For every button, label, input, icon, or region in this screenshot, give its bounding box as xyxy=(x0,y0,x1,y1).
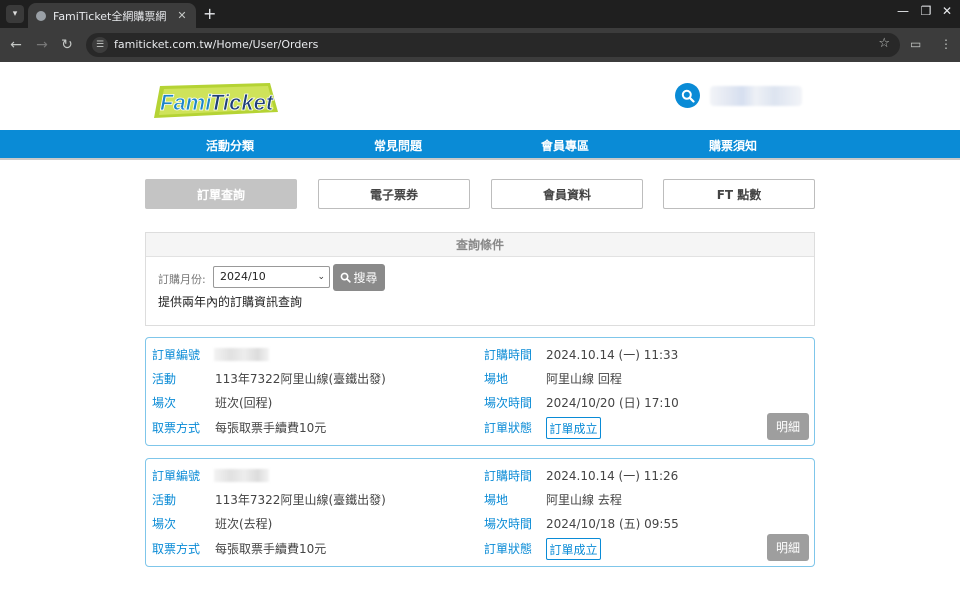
venue-value: 阿里山線 去程 xyxy=(546,493,622,507)
order-no-label: 訂單編號 xyxy=(152,469,201,483)
order-card: 訂單編號 活動 113年7322阿里山線(臺鐵出發) 場次 班次(去程) 取票方… xyxy=(145,458,815,567)
detail-button[interactable]: 明細 xyxy=(767,413,809,440)
month-label: 訂購月份: xyxy=(158,273,206,286)
browser-tab-bar: ▾ FamiTicket全網購票網 ✕ + — ❐ ✕ xyxy=(0,0,960,28)
bookmark-star-icon[interactable]: ☆ xyxy=(878,36,890,51)
close-tab-icon[interactable]: ✕ xyxy=(174,9,190,22)
pickup-value: 每張取票手續費10元 xyxy=(215,421,327,435)
query-note: 提供兩年內的訂購資訊查詢 xyxy=(158,295,303,309)
session-value: 班次(去程) xyxy=(215,517,273,531)
tab-search-icon[interactable]: ▾ xyxy=(6,5,24,23)
venue-label: 場地 xyxy=(484,493,509,507)
status-label: 訂單狀態 xyxy=(484,421,533,435)
magnifier-icon xyxy=(341,272,352,283)
pickup-label: 取票方式 xyxy=(152,421,201,435)
pickup-value: 每張取票手續費10元 xyxy=(215,542,327,556)
pickup-label: 取票方式 xyxy=(152,542,201,556)
new-tab-icon[interactable]: + xyxy=(203,5,216,23)
session-value: 班次(回程) xyxy=(215,396,273,410)
event-label: 活動 xyxy=(152,372,177,386)
famiticket-logo[interactable]: Fami Ticket xyxy=(152,82,282,120)
session-time-value: 2024/10/20 (日) 17:10 xyxy=(546,396,679,410)
session-time-value: 2024/10/18 (五) 09:55 xyxy=(546,517,679,531)
browser-tab[interactable]: FamiTicket全網購票網 ✕ xyxy=(28,3,196,28)
status-badge: 訂單成立 xyxy=(546,417,601,439)
session-label: 場次 xyxy=(152,517,177,531)
query-panel-title: 查詢條件 xyxy=(146,233,814,257)
detail-button[interactable]: 明細 xyxy=(767,534,809,561)
tab-order-query[interactable]: 訂單查詢 xyxy=(145,179,297,209)
search-button-label: 搜尋 xyxy=(353,271,378,285)
chevron-down-icon: ⌄ xyxy=(317,272,325,282)
search-icon[interactable] xyxy=(675,83,700,108)
site-header: Fami Ticket xyxy=(0,62,960,130)
forward-icon[interactable]: → xyxy=(33,36,51,54)
nav-item-member[interactable]: 會員專區 xyxy=(541,137,589,154)
event-value: 113年7322阿里山線(臺鐵出發) xyxy=(215,493,386,507)
browser-toolbar: ← → ↻ ☰ famiticket.com.tw/Home/User/Orde… xyxy=(0,28,960,62)
venue-value: 阿里山線 回程 xyxy=(546,372,622,386)
logo-text-fami: Fami xyxy=(160,90,212,115)
order-no-blurred xyxy=(214,469,269,482)
order-time-label: 訂購時間 xyxy=(484,469,533,483)
session-label: 場次 xyxy=(152,396,177,410)
session-time-label: 場次時間 xyxy=(484,396,533,410)
address-bar[interactable]: ☰ famiticket.com.tw/Home/User/Orders ☆ xyxy=(86,33,900,57)
order-time-label: 訂購時間 xyxy=(484,348,533,362)
status-label: 訂單狀態 xyxy=(484,542,533,556)
globe-icon xyxy=(36,10,46,21)
order-time-value: 2024.10.14 (一) 11:33 xyxy=(546,348,679,362)
tab-member-info[interactable]: 會員資料 xyxy=(491,179,643,209)
tab-e-ticket[interactable]: 電子票券 xyxy=(318,179,470,209)
order-no-label: 訂單編號 xyxy=(152,348,201,362)
event-value: 113年7322阿里山線(臺鐵出發) xyxy=(215,372,386,386)
order-card: 訂單編號 活動 113年7322阿里山線(臺鐵出發) 場次 班次(回程) 取票方… xyxy=(145,337,815,446)
month-select[interactable]: 2024/10 ⌄ xyxy=(213,266,330,288)
query-panel: 查詢條件 訂購月份: 2024/10 ⌄ 搜尋 提供兩年內的訂購資訊查詢 xyxy=(145,232,815,326)
event-label: 活動 xyxy=(152,493,177,507)
close-window-icon[interactable]: ✕ xyxy=(937,4,957,18)
back-icon[interactable]: ← xyxy=(7,36,25,54)
session-time-label: 場次時間 xyxy=(484,517,533,531)
cast-icon[interactable]: ▭ xyxy=(910,37,921,51)
order-no-blurred xyxy=(214,348,269,361)
minimize-icon[interactable]: — xyxy=(893,4,913,18)
status-badge: 訂單成立 xyxy=(546,538,601,560)
reload-icon[interactable]: ↻ xyxy=(58,36,76,54)
nav-item-category[interactable]: 活動分類 xyxy=(206,137,254,154)
user-name-blurred[interactable] xyxy=(710,86,802,106)
menu-dots-icon[interactable]: ⋮ xyxy=(940,37,952,51)
search-button[interactable]: 搜尋 xyxy=(333,264,385,291)
month-select-value: 2024/10 xyxy=(220,270,266,283)
logo-text-ticket: Ticket xyxy=(210,90,275,115)
restore-icon[interactable]: ❐ xyxy=(916,4,936,18)
site-info-icon[interactable]: ☰ xyxy=(92,37,108,53)
tab-ft-points[interactable]: FT 點數 xyxy=(663,179,815,209)
main-nav: 活動分類 常見問題 會員專區 購票須知 xyxy=(0,130,960,160)
tab-title: FamiTicket全網購票網 xyxy=(53,9,167,23)
nav-item-ticket-notice[interactable]: 購票須知 xyxy=(709,137,757,154)
nav-item-faq[interactable]: 常見問題 xyxy=(374,137,422,154)
url-text: famiticket.com.tw/Home/User/Orders xyxy=(114,38,319,51)
order-time-value: 2024.10.14 (一) 11:26 xyxy=(546,469,679,483)
venue-label: 場地 xyxy=(484,372,509,386)
